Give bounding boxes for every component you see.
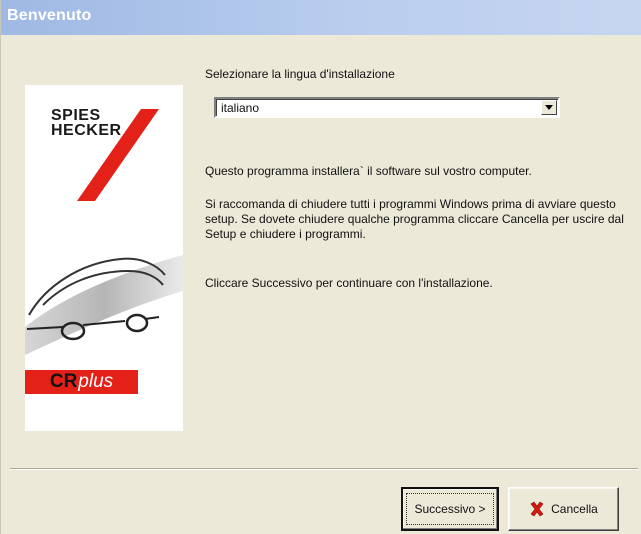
language-select[interactable]: italiano (214, 97, 560, 118)
dropdown-arrow-button[interactable] (541, 100, 557, 115)
branding-panel: SPIES HECKER CR plus (25, 85, 183, 431)
badge-plus-text: plus (78, 371, 114, 392)
info-paragraph-3: Cliccare Successivo per continuare con l… (205, 276, 493, 290)
language-select-value: italiano (221, 101, 260, 115)
next-button-label: Successivo > (406, 493, 494, 525)
installer-window: Benvenuto SPIES HECKER CR plus Seleziona… (0, 0, 641, 534)
logo-slash-icon (77, 109, 159, 201)
next-button[interactable]: Successivo > (401, 487, 499, 531)
window-title: Benvenuto (7, 7, 92, 24)
chevron-down-icon (545, 105, 553, 110)
info-paragraph-1: Questo programma installera` il software… (205, 164, 532, 178)
badge-cr-text: CR (49, 371, 78, 392)
car-outline-icon (25, 255, 183, 355)
cancel-button-label: Cancella (551, 502, 598, 516)
info-paragraph-2: Si raccomanda di chiudere tutti i progra… (205, 197, 624, 241)
cancel-button[interactable]: Cancella (508, 487, 619, 531)
footer-separator (10, 468, 638, 470)
language-label: Selezionare la lingua d'installazione (205, 67, 395, 81)
close-icon (529, 501, 545, 517)
title-bar[interactable]: Benvenuto (1, 0, 641, 35)
cr-plus-badge: CR plus (25, 370, 138, 394)
